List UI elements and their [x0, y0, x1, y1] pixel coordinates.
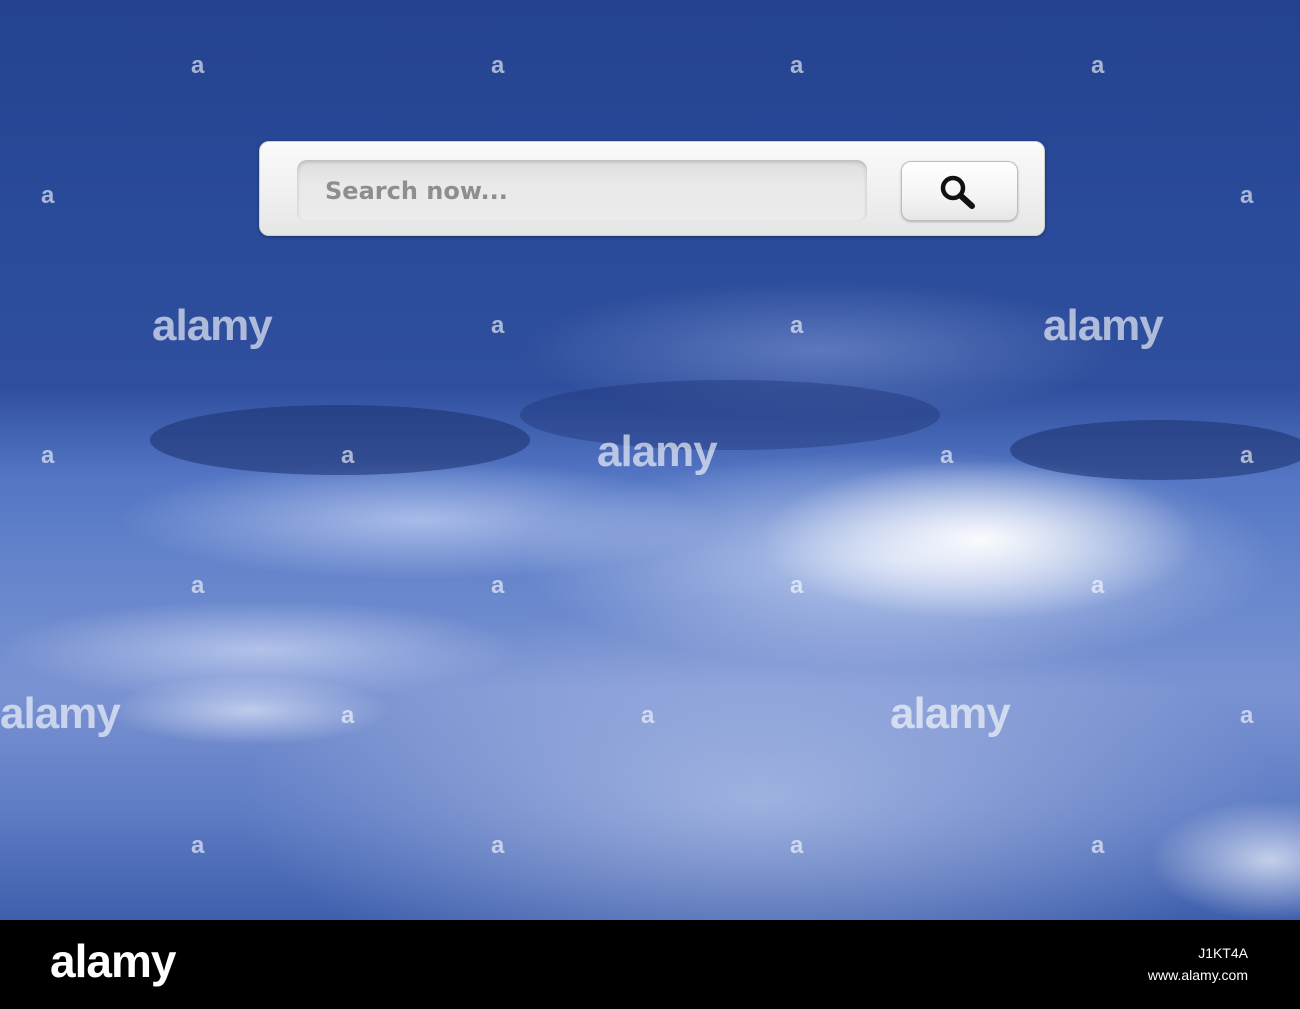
watermark-mark: a [191, 832, 205, 859]
watermark-mark: a [191, 52, 205, 79]
search-bar [259, 141, 1045, 236]
watermark-mark: a [41, 182, 55, 209]
dark-cloud [1010, 420, 1300, 480]
watermark-mark: a [1091, 52, 1105, 79]
watermark-mark: a [790, 572, 804, 599]
footer-logo: alamy [50, 935, 176, 987]
footer-bar [0, 920, 1300, 1009]
watermark-mark: a [491, 52, 505, 79]
watermark-mark: a [1091, 832, 1105, 859]
search-icon [940, 175, 975, 209]
watermark-mark: a [1240, 182, 1254, 209]
search-input[interactable] [297, 160, 867, 222]
watermark-mark: a [790, 832, 804, 859]
watermark-mark: a [641, 702, 655, 729]
screen: alamy alamy alamy alamy alamy a a a a a … [0, 0, 1300, 1009]
image-id: J1KT4A [1198, 945, 1248, 961]
watermark-mark: a [491, 312, 505, 339]
footer-url: www.alamy.com [1147, 967, 1248, 983]
watermark-mark: a [790, 52, 804, 79]
watermark-mark: a [341, 442, 355, 469]
watermark-logo: alamy [890, 689, 1011, 738]
watermark-mark: a [1240, 702, 1254, 729]
watermark-mark: a [1091, 572, 1105, 599]
watermark-logo: alamy [152, 301, 273, 350]
watermark-logo: alamy [0, 689, 121, 738]
watermark-mark: a [940, 442, 954, 469]
watermark-logo: alamy [597, 427, 718, 476]
dark-cloud [150, 405, 530, 475]
watermark-mark: a [341, 702, 355, 729]
watermark-mark: a [491, 832, 505, 859]
watermark-mark: a [491, 572, 505, 599]
watermark-mark: a [191, 572, 205, 599]
watermark-mark: a [41, 442, 55, 469]
dark-cloud [520, 380, 940, 450]
watermark-mark: a [790, 312, 804, 339]
search-button[interactable] [901, 161, 1018, 221]
watermark-mark: a [1240, 442, 1254, 469]
watermark-logo: alamy [1043, 301, 1164, 350]
